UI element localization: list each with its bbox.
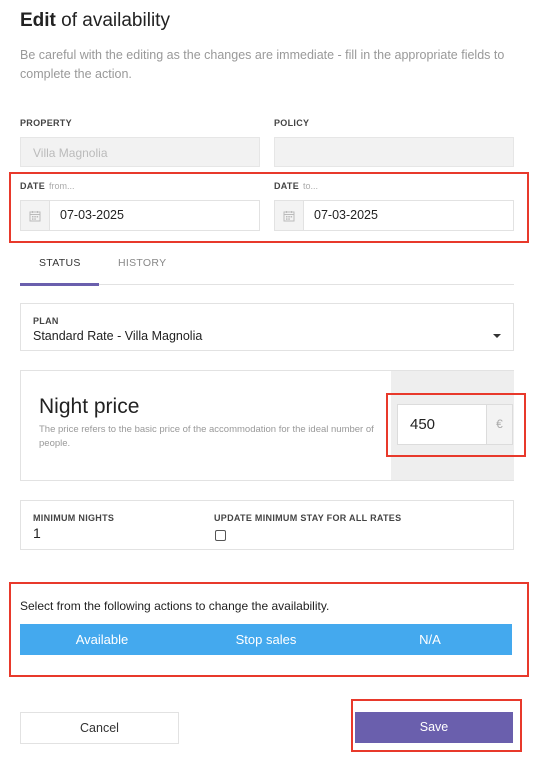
cancel-button[interactable]: Cancel xyxy=(20,712,179,744)
date-to-value: 07-03-2025 xyxy=(314,208,378,222)
date-from-value: 07-03-2025 xyxy=(60,208,124,222)
property-label: PROPERTY xyxy=(20,118,72,128)
tab-status[interactable]: STATUS xyxy=(39,257,81,269)
date-from-label: DATE from... xyxy=(20,181,75,191)
update-min-stay-label: UPDATE MINIMUM STAY FOR ALL RATES xyxy=(214,513,402,523)
policy-label: POLICY xyxy=(274,118,310,128)
update-min-stay-checkbox[interactable] xyxy=(215,530,226,541)
caret-down-icon xyxy=(493,326,501,344)
page-subtitle: Be careful with the editing as the chang… xyxy=(20,48,505,81)
save-button[interactable]: Save xyxy=(355,712,513,743)
calendar-icon xyxy=(275,201,304,230)
plan-select[interactable]: PLAN Standard Rate - Villa Magnolia xyxy=(20,303,514,351)
date-from-field[interactable]: 07-03-2025 xyxy=(20,200,260,231)
policy-field xyxy=(274,137,514,167)
price-input[interactable]: 450 € xyxy=(397,404,513,445)
actions-instruction: Select from the following actions to cha… xyxy=(20,599,330,613)
minimum-nights-value[interactable]: 1 xyxy=(33,525,41,541)
property-field: Villa Magnolia xyxy=(20,137,260,167)
date-to-label: DATE to... xyxy=(274,181,319,191)
night-price-description: The price refers to the basic price of t… xyxy=(39,424,374,449)
date-to-field[interactable]: 07-03-2025 xyxy=(274,200,514,231)
minimum-nights-label: MINIMUM NIGHTS xyxy=(33,513,115,523)
na-button[interactable]: N/A xyxy=(348,624,512,655)
availability-action-bar: Available Stop sales N/A xyxy=(20,624,512,655)
plan-label: PLAN xyxy=(33,316,59,326)
price-value: 450 xyxy=(410,416,436,433)
night-price-title: Night price xyxy=(39,395,140,418)
plan-value: Standard Rate - Villa Magnolia xyxy=(33,329,203,343)
calendar-icon xyxy=(21,201,50,230)
stop-sales-button[interactable]: Stop sales xyxy=(184,624,348,655)
tab-history[interactable]: HISTORY xyxy=(118,257,166,269)
tab-active-indicator xyxy=(20,283,99,286)
page-title: Edit of availability xyxy=(20,10,170,31)
minimum-nights-card: MINIMUM NIGHTS 1 UPDATE MINIMUM STAY FOR… xyxy=(20,500,514,550)
available-button[interactable]: Available xyxy=(20,624,184,655)
currency-addon: € xyxy=(486,405,512,444)
